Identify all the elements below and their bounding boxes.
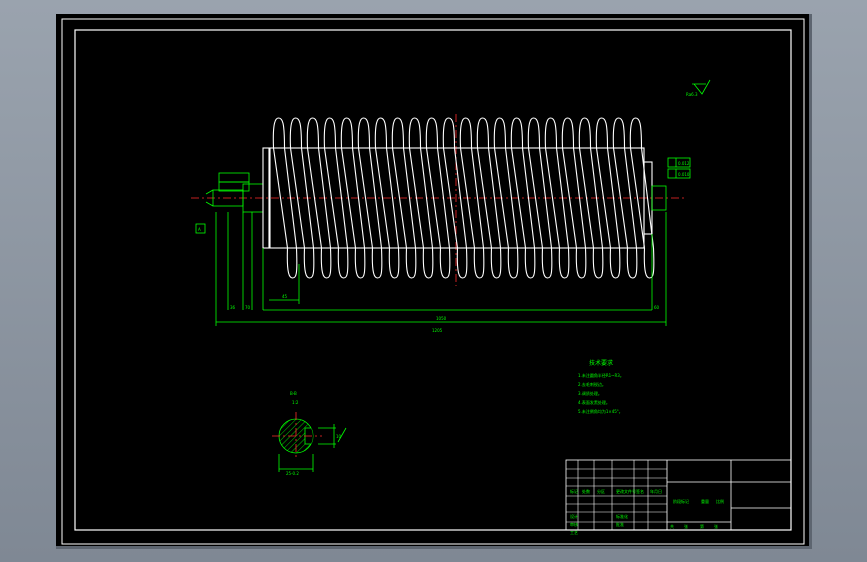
- svg-text:处数: 处数: [582, 488, 590, 494]
- dim-d3: 45: [282, 294, 288, 299]
- surface-roughness-symbol: Ra6.3: [686, 79, 711, 97]
- svg-text:共: 共: [670, 523, 674, 529]
- svg-text:1:2: 1:2: [292, 400, 299, 405]
- dim-overall-length: 1205: [432, 328, 443, 333]
- tolerance-frame-lower: 0.010: [667, 168, 691, 179]
- svg-text:A: A: [198, 227, 201, 232]
- svg-text:1.未注圆角半径R1~R3。: 1.未注圆角半径R1~R3。: [578, 372, 624, 378]
- svg-text:工艺: 工艺: [570, 530, 578, 535]
- svg-text:25-0.2: 25-0.2: [286, 471, 299, 476]
- cad-drawing: Ra6.3 0.012 0.010 A 1050 1205 36 70 45 6…: [61, 18, 805, 545]
- svg-text:更改文件号: 更改文件号: [616, 488, 636, 494]
- dim-thread-length: 1050: [436, 316, 447, 321]
- svg-text:签名: 签名: [636, 488, 644, 494]
- svg-text:审核: 审核: [570, 521, 578, 527]
- svg-text:4.表面发黑处理。: 4.表面发黑处理。: [578, 399, 610, 405]
- section-view: B-B 1:2 10 25-0.2: [272, 391, 347, 476]
- svg-text:张: 张: [684, 523, 688, 529]
- tolerance-frame-upper: 0.012: [667, 157, 691, 168]
- svg-text:10: 10: [336, 434, 342, 439]
- svg-text:阶段标记: 阶段标记: [673, 498, 689, 504]
- svg-text:2.去毛刺锐边。: 2.去毛刺锐边。: [578, 381, 606, 387]
- outer-frame: [61, 18, 805, 545]
- svg-text:Ra6.3: Ra6.3: [686, 92, 698, 97]
- inner-frame: [74, 29, 792, 531]
- svg-text:比例: 比例: [716, 498, 724, 504]
- cad-viewport[interactable]: Ra6.3 0.012 0.010 A 1050 1205 36 70 45 6…: [56, 14, 812, 549]
- svg-text:5.未注倒角均为1×45°。: 5.未注倒角均为1×45°。: [578, 408, 623, 414]
- svg-text:0.010: 0.010: [678, 172, 690, 177]
- svg-text:分区: 分区: [597, 488, 605, 494]
- screw-flights: [269, 117, 655, 279]
- left-tolerance-frames: A: [195, 172, 250, 234]
- svg-text:3.调质处理。: 3.调质处理。: [578, 390, 602, 396]
- svg-text:0.012: 0.012: [678, 161, 690, 166]
- dim-d1: 36: [230, 305, 236, 310]
- svg-text:年月日: 年月日: [650, 488, 662, 494]
- svg-text:标记: 标记: [570, 488, 578, 494]
- svg-text:设计: 设计: [570, 513, 578, 519]
- svg-text:第: 第: [700, 523, 704, 529]
- svg-text:批准: 批准: [616, 521, 624, 527]
- svg-text:技术要求: 技术要求: [589, 359, 613, 367]
- title-block: 标记 处数 分区 更改文件号 签名 年月日 设计 标准化 审核 工艺 批准 阶段…: [565, 459, 792, 535]
- technical-requirements: 技术要求 1.未注圆角半径R1~R3。 2.去毛刺锐边。 3.调质处理。 4.表…: [578, 359, 624, 414]
- dim-d4: 60: [654, 305, 660, 310]
- svg-text:B-B: B-B: [290, 391, 297, 396]
- svg-text:重量: 重量: [701, 498, 709, 504]
- svg-text:张: 张: [714, 523, 718, 529]
- dim-d2: 70: [245, 305, 251, 310]
- svg-text:标准化: 标准化: [616, 513, 628, 519]
